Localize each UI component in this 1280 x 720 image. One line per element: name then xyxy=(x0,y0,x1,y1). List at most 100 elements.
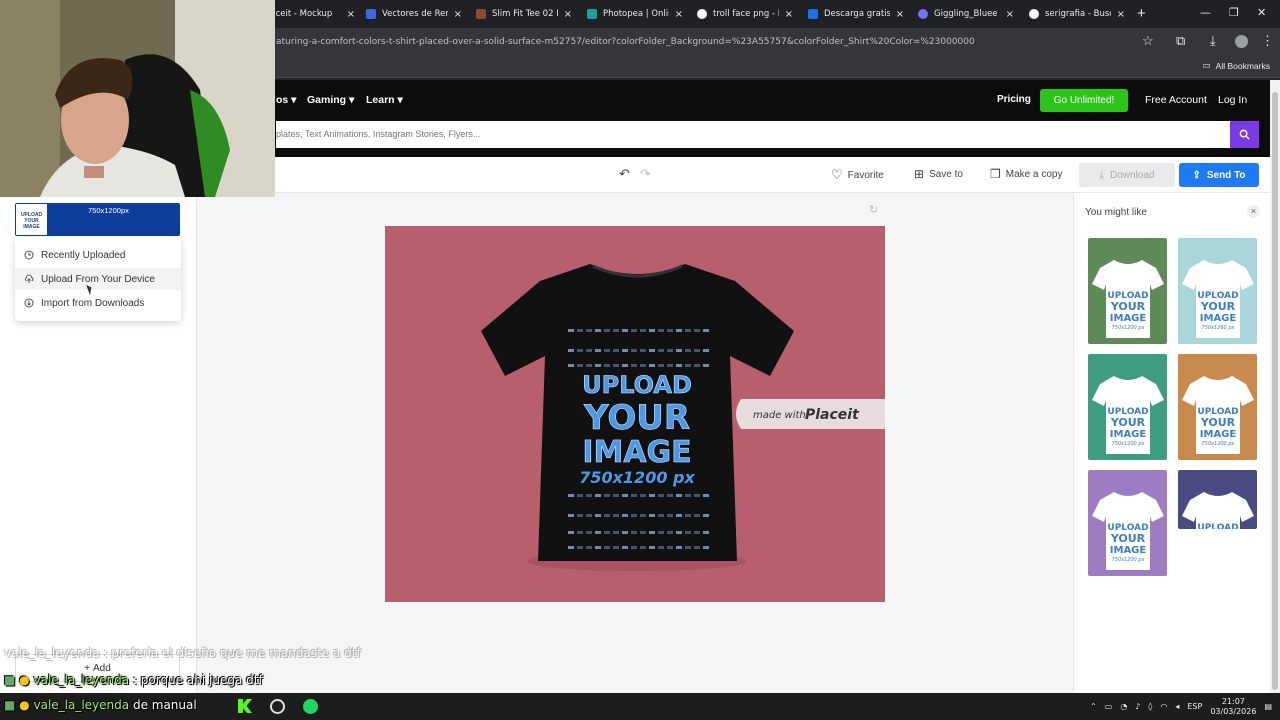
download-icon: ⤓ xyxy=(1099,169,1104,181)
nav-item[interactable]: os ▾ xyxy=(276,94,296,106)
battery-icon[interactable]: ▭ xyxy=(1105,702,1113,711)
image-slot[interactable]: UPLOAD YOUR IMAGE 750x1200px xyxy=(15,203,180,236)
browser-tab[interactable]: serigrafia - Busca × xyxy=(1029,3,1125,25)
restore-icon[interactable]: ❐ xyxy=(1229,6,1239,19)
svg-text:YOUR: YOUR xyxy=(1200,300,1236,313)
design-dash xyxy=(649,364,655,367)
mic-icon[interactable]: ♪ xyxy=(1135,702,1140,711)
wifi-icon[interactable]: ◠ xyxy=(1160,702,1167,711)
network-icon[interactable]: ◔ xyxy=(1120,702,1127,711)
editor-toolbar: ↶ ↷ ♡ Favorite ⊞ Save to ❐ Make a copy ⤓ Dow… xyxy=(197,157,1270,193)
design-dash xyxy=(667,531,673,534)
design-dash xyxy=(586,349,592,352)
all-bookmarks[interactable]: ▭ All Bookmarks xyxy=(1203,60,1270,71)
menu-dots-icon[interactable]: ⋮ xyxy=(1261,33,1274,49)
browser-tab[interactable]: Vectores de Reme × xyxy=(366,3,462,25)
browser-tab[interactable]: Photopea | Online × xyxy=(587,3,683,25)
tshirt-icon: UPLOADYOURIMAGE750x1200 px xyxy=(1092,492,1164,570)
close-panel-icon[interactable]: × xyxy=(1247,205,1260,218)
template-thumbnail[interactable]: UPLOADYOURIMAGE750x1200 px xyxy=(1088,470,1167,576)
extensions-icon[interactable]: ⧉ xyxy=(1176,33,1185,49)
design-dash xyxy=(604,494,610,497)
browser-tab[interactable]: Descarga gratis | × xyxy=(808,3,904,25)
search-button[interactable] xyxy=(1230,121,1259,148)
favorite-button[interactable]: ♡ Favorite xyxy=(831,167,884,183)
close-tab-icon[interactable]: × xyxy=(1117,9,1125,20)
template-thumbnail[interactable]: UPLOADYOURIMAGE750x1200 px xyxy=(1178,354,1257,460)
reset-icon[interactable]: ↻ xyxy=(869,203,878,216)
profile-avatar[interactable] xyxy=(1235,35,1248,48)
tab-favicon xyxy=(476,9,486,19)
spotify-app-icon[interactable] xyxy=(303,699,318,714)
shield-icon[interactable]: ◊ xyxy=(1148,702,1152,711)
design-dash xyxy=(577,514,583,517)
browser-tab[interactable]: laceit - Mockup × xyxy=(268,3,355,25)
design-dash xyxy=(640,531,646,534)
menu-upload-device[interactable]: Upload From Your Device xyxy=(15,268,181,290)
close-tab-icon[interactable]: × xyxy=(896,9,904,20)
minimize-icon[interactable]: — xyxy=(1200,6,1211,19)
design-dash xyxy=(649,531,655,534)
download-icon[interactable]: ⤓ xyxy=(1210,33,1216,49)
send-to-button[interactable]: ⇪ Send To xyxy=(1179,163,1259,187)
design-dash xyxy=(631,494,637,497)
copy-icon: ❐ xyxy=(990,167,1001,181)
url-field[interactable]: aturing-a-comfort-colors-t-shirt-placed-… xyxy=(276,32,1156,52)
chat-username: vale_la_leyenda xyxy=(33,698,130,712)
template-thumbnail[interactable]: UPLOADYOURIMAGE750x1200 px xyxy=(1088,354,1167,460)
chevron-up-icon[interactable]: ⌃ xyxy=(1090,702,1097,711)
close-tab-icon[interactable]: × xyxy=(785,9,793,20)
tshirt-icon: UPLOADYOURIMAGE750x1260 px xyxy=(1182,260,1254,338)
make-copy-button[interactable]: ❐ Make a copy xyxy=(990,167,1062,181)
login-link[interactable]: Log In xyxy=(1218,94,1247,106)
chat-faded-line: vale_la_leyenda : prefería el diseño que… xyxy=(4,646,361,660)
design-dash xyxy=(658,349,664,352)
browser-tab[interactable]: Giggling_Bluee × xyxy=(918,3,1014,25)
design-dash xyxy=(577,329,583,332)
close-tab-icon[interactable]: × xyxy=(564,9,572,20)
go-unlimited-button[interactable]: Go Unlimited! xyxy=(1040,89,1128,112)
obs-app-icon[interactable] xyxy=(270,699,285,714)
close-tab-icon[interactable]: × xyxy=(454,9,462,20)
design-dash xyxy=(703,546,709,549)
language-indicator[interactable]: ESP xyxy=(1187,702,1202,711)
close-tab-icon[interactable]: × xyxy=(675,9,683,20)
pricing-link[interactable]: Pricing xyxy=(997,94,1031,105)
undo-icon[interactable]: ↶ xyxy=(619,166,630,182)
save-to-button[interactable]: ⊞ Save to xyxy=(914,167,963,181)
svg-text:YOUR: YOUR xyxy=(1200,416,1236,429)
search-input[interactable]: plates, Text Animations, Instagram Stori… xyxy=(276,121,1230,148)
browser-tab[interactable]: Slim Fit Tee 02 M × xyxy=(476,3,572,25)
nav-learn[interactable]: Learn ▾ xyxy=(366,94,403,106)
browser-tab[interactable]: troll face png - Bu × xyxy=(697,3,793,25)
nav-gaming[interactable]: Gaming ▾ xyxy=(307,94,354,106)
template-thumbnail[interactable]: UPLOADYOURIMAGE750x1200 px xyxy=(1088,238,1167,344)
bookmark-star-icon[interactable]: ☆ xyxy=(1142,33,1154,49)
download-button[interactable]: ⤓ Download xyxy=(1079,163,1175,187)
design-line-3: IMAGE xyxy=(582,435,691,470)
design-dash xyxy=(586,364,592,367)
mockup-preview[interactable]: UPLOAD YOUR IMAGE 750x1200 px made with … xyxy=(385,226,885,602)
scrollbar-thumb[interactable] xyxy=(1272,92,1278,690)
nav-label: os xyxy=(276,94,289,106)
redo-icon[interactable]: ↷ xyxy=(640,166,651,182)
free-account-link[interactable]: Free Account xyxy=(1145,94,1207,106)
svg-text:IMAGE: IMAGE xyxy=(1110,545,1147,556)
tab-favicon xyxy=(808,9,818,19)
close-window-icon[interactable]: ✕ xyxy=(1257,6,1266,19)
close-tab-icon[interactable]: × xyxy=(347,9,355,20)
template-thumbnail[interactable]: UPLOAD YOUR IMAGE 750x1260 px xyxy=(1178,238,1257,344)
close-tab-icon[interactable]: × xyxy=(1006,9,1014,20)
tab-title: troll face png - Bu xyxy=(713,9,779,19)
design-dash xyxy=(613,514,619,517)
kick-app-icon[interactable] xyxy=(238,699,252,713)
placeholder-word: IMAGE xyxy=(23,224,40,230)
notification-icon[interactable]: ▤ xyxy=(1264,702,1272,711)
clock[interactable]: 21:07 03/03/2026 xyxy=(1210,697,1256,717)
new-tab-icon[interactable]: + xyxy=(1137,5,1146,22)
menu-recently-uploaded[interactable]: Recently Uploaded xyxy=(15,244,181,266)
volume-icon[interactable]: ◂ xyxy=(1175,702,1179,711)
template-thumbnail[interactable]: UPLOADYOURIMAGE750x1200 px xyxy=(1178,470,1257,529)
menu-import-downloads[interactable]: Import from Downloads xyxy=(15,292,181,314)
design-dash xyxy=(586,494,592,497)
